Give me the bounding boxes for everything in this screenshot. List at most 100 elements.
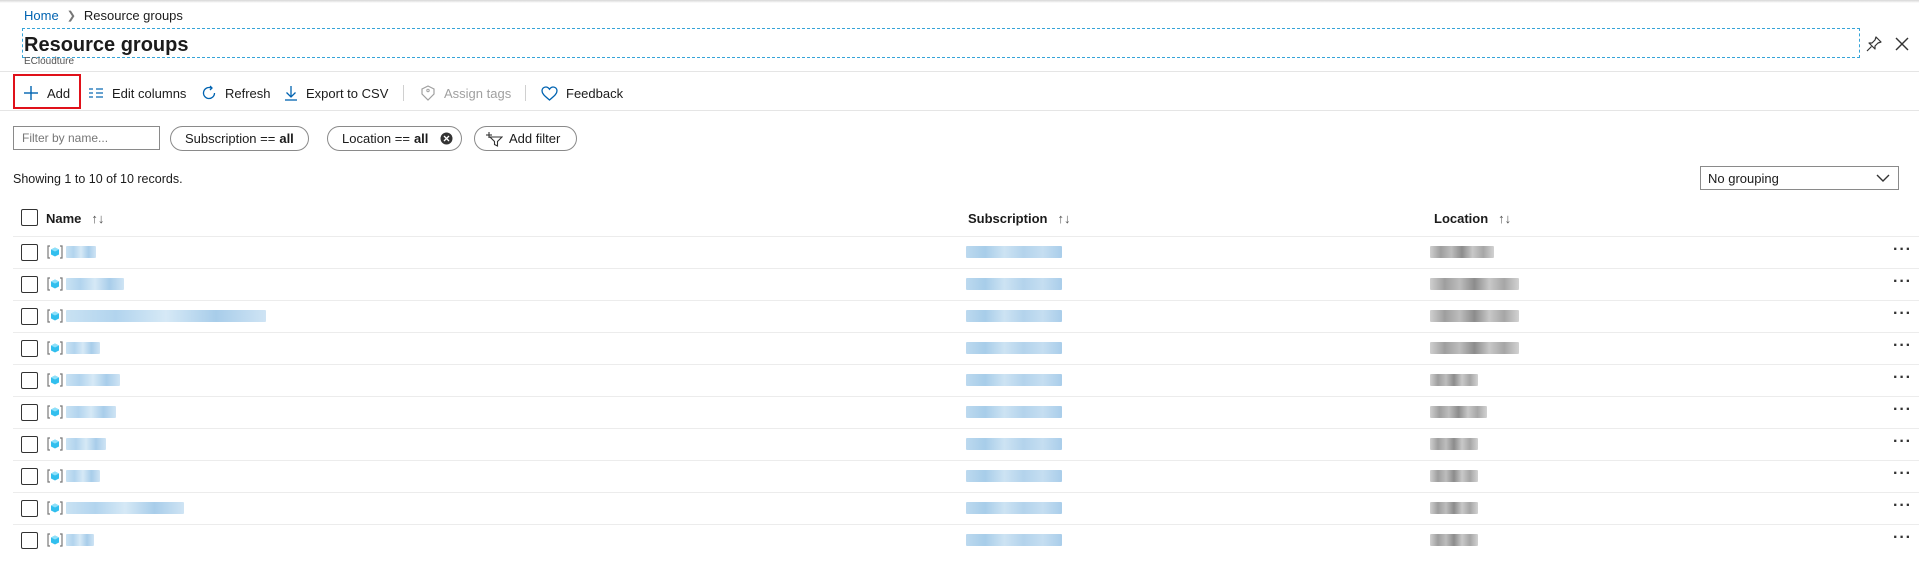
row-checkbox[interactable] <box>21 308 38 325</box>
more-icon[interactable]: ··· <box>1893 401 1912 419</box>
tag-icon <box>421 85 435 101</box>
more-icon[interactable]: ··· <box>1893 497 1912 515</box>
resource-group-icon <box>47 533 63 547</box>
download-icon <box>285 86 297 101</box>
table-row[interactable]: ··· <box>0 396 1919 428</box>
table-row[interactable]: ··· <box>0 364 1919 396</box>
more-icon[interactable]: ··· <box>1893 369 1912 387</box>
resource-group-name-link[interactable] <box>66 406 116 418</box>
more-icon[interactable]: ··· <box>1893 529 1912 547</box>
resource-group-name-link[interactable] <box>66 246 96 258</box>
assign-tags-label: Assign tags <box>444 85 512 101</box>
resource-group-name-link[interactable] <box>66 534 94 546</box>
location-value <box>1430 470 1478 482</box>
refresh-button[interactable]: Refresh <box>201 79 271 107</box>
breadcrumb-current: Resource groups <box>83 7 183 23</box>
more-icon[interactable]: ··· <box>1893 337 1912 355</box>
resource-group-icon <box>47 341 63 355</box>
resource-group-name-link[interactable] <box>66 342 100 354</box>
column-header-subscription[interactable]: Subscription ↑↓ <box>968 207 1070 229</box>
divider <box>0 110 1919 111</box>
row-checkbox[interactable] <box>21 404 38 421</box>
resource-group-name-link[interactable] <box>66 278 124 290</box>
row-checkbox[interactable] <box>21 532 38 549</box>
resource-group-icon <box>47 501 63 515</box>
subscription-link[interactable] <box>966 310 1062 322</box>
resource-group-name-link[interactable] <box>66 438 106 450</box>
table-row[interactable]: ··· <box>0 492 1919 524</box>
column-header-name[interactable]: Name ↑↓ <box>46 207 104 229</box>
location-value <box>1430 342 1519 354</box>
edit-columns-button[interactable]: Edit columns <box>88 79 186 107</box>
add-filter-button[interactable]: Add filter <box>474 126 578 151</box>
assign-tags-button[interactable]: Assign tags <box>420 79 511 107</box>
subscription-link[interactable] <box>966 438 1062 450</box>
subscription-link[interactable] <box>966 278 1062 290</box>
edit-columns-label: Edit columns <box>112 85 187 101</box>
subscription-link[interactable] <box>966 534 1062 546</box>
location-value <box>1430 502 1478 514</box>
more-icon[interactable]: ··· <box>1893 465 1912 483</box>
table-row[interactable]: ··· <box>0 428 1919 460</box>
more-icon[interactable]: ··· <box>1893 305 1912 323</box>
row-checkbox[interactable] <box>21 276 38 293</box>
row-checkbox[interactable] <box>21 340 38 357</box>
toolbar-separator <box>403 85 404 101</box>
resource-group-name-link[interactable] <box>66 310 266 322</box>
close-icon[interactable] <box>1893 35 1911 53</box>
subscription-link[interactable] <box>966 470 1062 482</box>
export-csv-button[interactable]: Export to CSV <box>284 79 388 107</box>
row-checkbox[interactable] <box>21 244 38 261</box>
pin-icon[interactable] <box>1865 35 1883 53</box>
sort-icon[interactable]: ↑↓ <box>91 211 104 226</box>
clear-filter-icon[interactable] <box>440 132 453 145</box>
resource-group-name-link[interactable] <box>66 502 184 514</box>
location-filter-pill[interactable]: Location == all <box>327 126 463 151</box>
row-checkbox[interactable] <box>21 436 38 453</box>
subscription-link[interactable] <box>966 374 1062 386</box>
subscription-link[interactable] <box>966 406 1062 418</box>
row-checkbox[interactable] <box>21 372 38 389</box>
subscription-link[interactable] <box>966 342 1062 354</box>
subscription-link[interactable] <box>966 502 1062 514</box>
breadcrumb-home-link[interactable]: Home <box>24 8 59 23</box>
table-row[interactable]: ··· <box>0 524 1919 556</box>
sort-icon[interactable]: ↑↓ <box>1498 211 1511 226</box>
resource-group-icon <box>47 469 63 483</box>
filter-by-name-input[interactable] <box>13 126 160 150</box>
heart-icon <box>541 85 558 101</box>
row-checkbox[interactable] <box>21 500 38 517</box>
page-subtitle: ECloudture <box>24 56 75 67</box>
location-value <box>1430 246 1494 258</box>
records-count: Showing 1 to 10 of 10 records. <box>13 172 183 186</box>
export-csv-label: Export to CSV <box>306 85 389 101</box>
table-row[interactable]: ··· <box>0 460 1919 492</box>
more-icon[interactable]: ··· <box>1893 433 1912 451</box>
resource-group-name-link[interactable] <box>66 374 120 386</box>
table-row[interactable]: ··· <box>0 332 1919 364</box>
breadcrumb: Home ❯ Resource groups <box>24 7 183 23</box>
more-icon[interactable]: ··· <box>1893 273 1912 291</box>
more-icon[interactable]: ··· <box>1893 241 1912 259</box>
resource-group-icon <box>47 277 63 291</box>
table-row[interactable]: ··· <box>0 268 1919 300</box>
toolbar-separator <box>525 85 526 101</box>
top-shadow <box>0 0 1919 3</box>
chevron-right-icon: ❯ <box>66 9 76 22</box>
table-row[interactable]: ··· <box>0 236 1919 268</box>
location-value <box>1430 278 1519 290</box>
table-row[interactable]: ··· <box>0 300 1919 332</box>
title-focus-box <box>22 28 1860 58</box>
column-header-location[interactable]: Location ↑↓ <box>1434 207 1511 229</box>
select-all-checkbox[interactable] <box>21 209 38 226</box>
subscription-filter-pill[interactable]: Subscription == all <box>170 126 309 151</box>
grouping-dropdown[interactable]: No grouping <box>1700 166 1899 190</box>
location-filter-label: Location == <box>342 131 410 146</box>
row-checkbox[interactable] <box>21 468 38 485</box>
sort-icon[interactable]: ↑↓ <box>1057 211 1070 226</box>
subscription-link[interactable] <box>966 246 1062 258</box>
feedback-button[interactable]: Feedback <box>541 79 623 107</box>
resource-group-icon <box>47 309 63 323</box>
edit-columns-icon <box>89 88 103 98</box>
resource-group-name-link[interactable] <box>66 470 100 482</box>
